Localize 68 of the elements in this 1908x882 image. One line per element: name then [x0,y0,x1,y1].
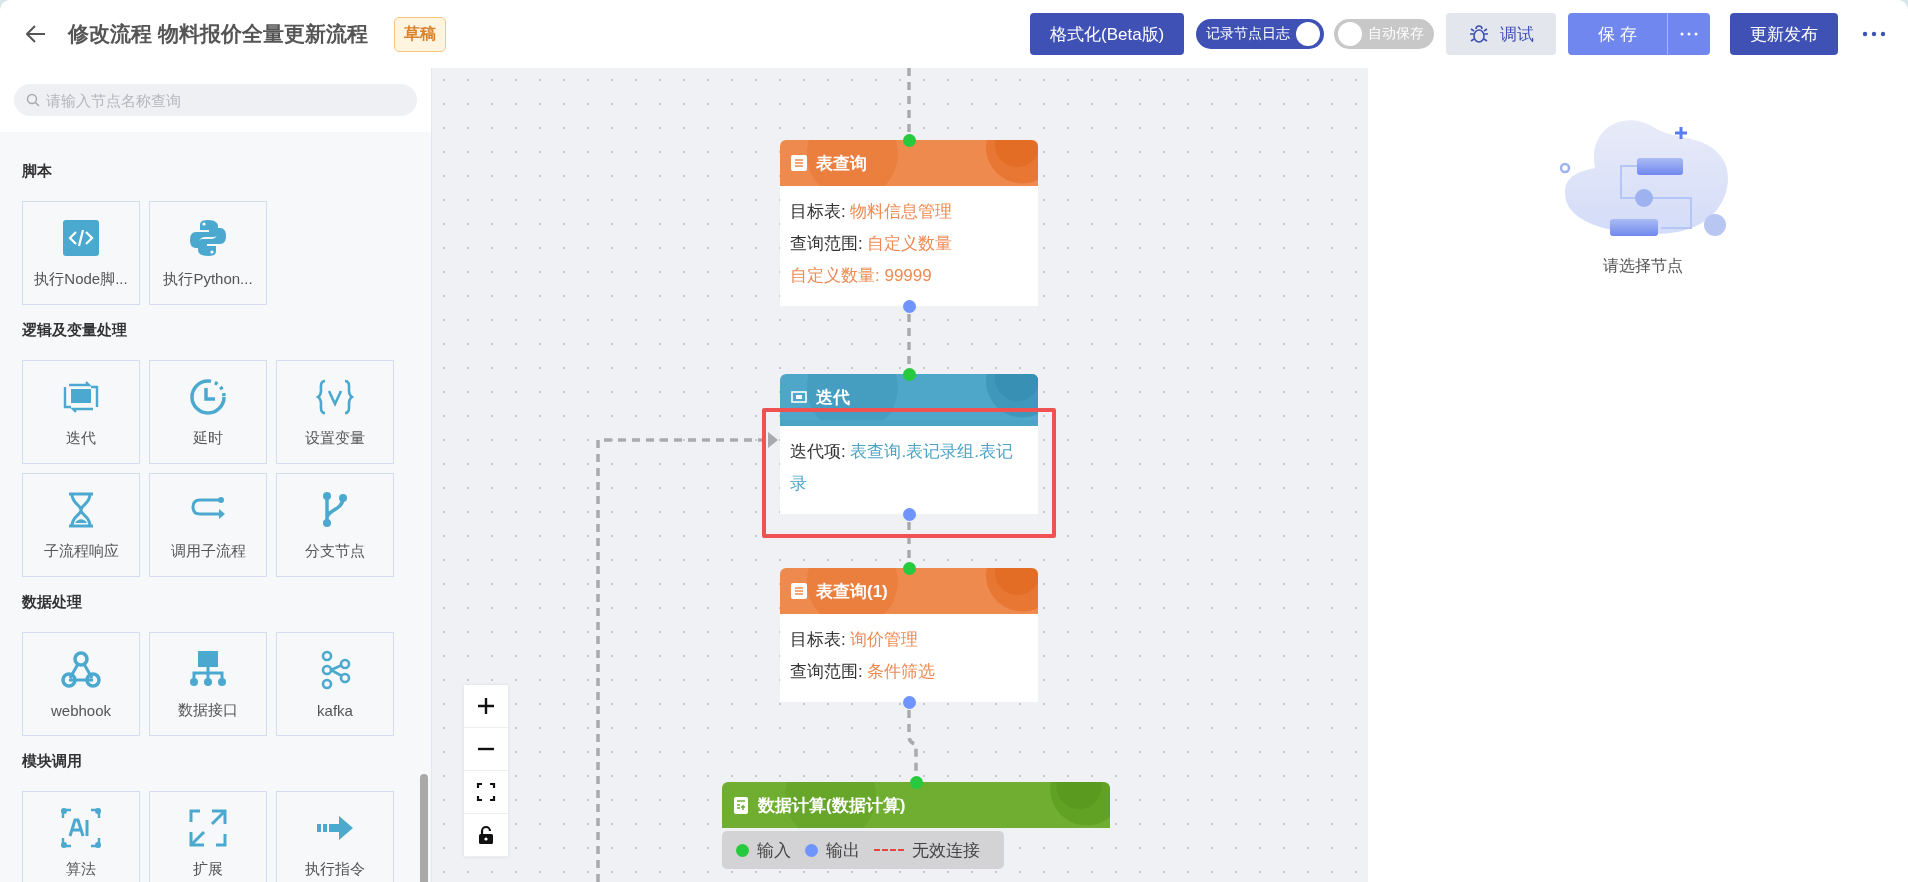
node-card[interactable]: 算法 [22,791,140,882]
connector-line [907,68,911,133]
fit-screen-icon[interactable] [464,771,508,814]
node-field: 自定义数量: 99999 [790,260,1028,292]
node-card[interactable]: 迭代 [22,360,140,464]
toggle-switch[interactable]: 记录节点日志 [1196,19,1325,49]
node-title: 数据计算(数据计算) [758,794,906,817]
legend-label: 无效连接 [912,839,980,862]
node-card[interactable]: 执行Node脚... [22,201,140,305]
legend-dot [736,843,749,857]
node-card[interactable]: webhook [22,632,140,736]
bug-icon [1468,23,1491,45]
legend-label: 输出 [826,839,860,862]
node-card[interactable]: 扩展 [149,791,267,882]
connector-line [907,314,911,367]
node-card[interactable]: 执行Python... [149,201,267,305]
format-button[interactable]: 格式化(Beta版) [1029,13,1185,55]
input-port[interactable] [902,367,916,381]
node-title: 表查询 [816,152,867,175]
expand-icon [188,807,228,848]
input-port[interactable] [909,775,923,789]
connector-line [907,522,911,561]
python-icon [188,217,228,258]
page-title: 修改流程 物料报价全量更新流程 [68,21,368,47]
node-title: 表查询(1) [816,580,888,603]
dashed-line-icon [874,849,904,851]
node-field: 目标表: 询价管理 [790,624,1028,656]
node-card[interactable]: kafka [276,632,394,736]
node-card[interactable]: 调用子流程 [149,473,267,577]
legend-label: 输入 [757,839,791,862]
node-card[interactable]: 设置变量 [276,360,394,464]
section-title: 脚本 [22,162,53,181]
publish-button[interactable]: 更新发布 [1730,13,1838,55]
node-field: 查询范围: 条件筛选 [790,656,1028,688]
empty-state-text: 请选择节点 [1603,256,1683,276]
search-icon [26,93,40,107]
ai-icon [61,807,101,848]
network-icon [188,648,228,689]
flow-node[interactable]: 表查询 目标表: 物料信息管理 查询范围: 自定义数量 自定义数量: 99999 [780,140,1038,306]
unlock-icon[interactable] [464,814,508,857]
query-node-icon [790,581,808,601]
node-card[interactable]: 子流程响应 [22,473,140,577]
node-field: 查询范围: 自定义数量 [790,228,1028,260]
section-title: 逻辑及变量处理 [22,321,128,340]
query-node-icon [790,153,808,173]
node-card[interactable]: 分支节点 [276,473,394,577]
node-title: 迭代 [816,386,850,409]
node-card[interactable]: 延时 [149,360,267,464]
flow-node[interactable]: 表查询(1) 目标表: 询价管理 查询范围: 条件筛选 [780,568,1038,702]
search-field[interactable]: 请输入节点名称查询 [14,84,417,116]
webhook-icon [61,649,101,690]
node-card[interactable]: 执行指令 [276,791,394,882]
section-title: 模块调用 [22,752,83,771]
back-arrow-icon[interactable] [26,25,46,43]
flow-node[interactable]: 迭代 迭代项: 表查询.表记录组.表记录 [780,374,1038,514]
debug-button[interactable]: 调试 [1446,13,1557,55]
status-badge: 草稿 [393,16,446,52]
node-field: 迭代项: 表查询.表记录组.表记录 [790,436,1028,500]
section-title: 数据处理 [22,593,83,612]
node-field: 目标表: 物料信息管理 [790,196,1028,228]
code-icon [61,217,101,258]
zoom-in-icon[interactable] [464,685,508,728]
scrollbar[interactable] [420,774,428,882]
calc-node-icon [732,795,750,815]
input-port[interactable] [902,133,916,147]
legend-dot [805,843,818,857]
clock-icon [188,376,228,417]
node-card[interactable]: 数据接口 [149,632,267,736]
